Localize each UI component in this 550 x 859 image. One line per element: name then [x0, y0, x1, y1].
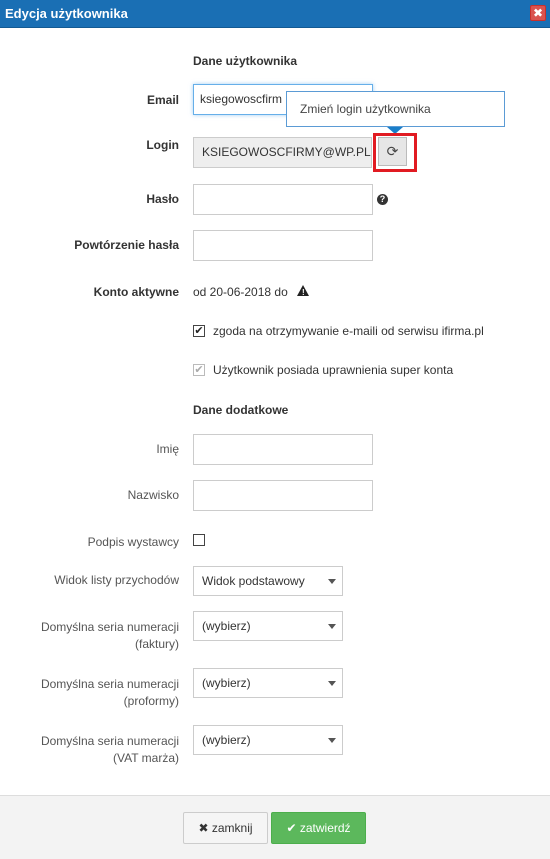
- email-consent-checkbox[interactable]: ✔: [193, 325, 205, 337]
- password-label: Hasło: [146, 192, 179, 206]
- caret-down-icon: [328, 624, 336, 629]
- caret-down-icon: [328, 681, 336, 686]
- close-icon[interactable]: ✖: [530, 5, 546, 21]
- series-invoices-label: Domyślna seria numeracji (faktury): [0, 619, 179, 653]
- account-active-label: Konto aktywne: [93, 285, 179, 299]
- series-invoices-label-line2: (faktury): [134, 637, 179, 651]
- section-extra-data: Dane dodatkowe: [193, 403, 289, 417]
- series-invoices-select[interactable]: (wybierz): [193, 611, 343, 641]
- check-icon: ✔: [194, 364, 204, 376]
- close-icon: ✖: [198, 821, 209, 835]
- series-invoices-label-line1: Domyślna seria numeracji: [40, 620, 179, 634]
- password-repeat-label: Powtórzenie hasła: [74, 238, 179, 252]
- login-field: KSIEGOWOSCFIRMY@WP.PL: [193, 137, 372, 168]
- income-list-view-select[interactable]: Widok podstawowy: [193, 566, 343, 596]
- section-user-data: Dane użytkownika: [193, 54, 298, 68]
- series-proforma-label-line1: Domyślna seria numeracji: [40, 677, 179, 691]
- close-button-label: zamknij: [211, 821, 253, 835]
- series-invoices-value: (wybierz): [202, 619, 251, 633]
- warning-mark: !: [302, 288, 305, 297]
- question-circle-icon[interactable]: ?: [377, 194, 388, 205]
- caret-down-icon: [328, 738, 336, 743]
- income-list-view-value: Widok podstawowy: [202, 574, 305, 588]
- series-vat-margin-label-line1: Domyślna seria numeracji: [40, 734, 179, 748]
- dialog-title-bar: Edycja użytkownika ✖: [0, 0, 550, 28]
- last-name-input[interactable]: [193, 480, 373, 511]
- change-login-tooltip: Zmień login użytkownika: [286, 91, 505, 127]
- confirm-button[interactable]: ✔ zatwierdź: [271, 812, 366, 844]
- series-proforma-value: (wybierz): [202, 676, 251, 690]
- series-proforma-label: Domyślna seria numeracji (proformy): [0, 676, 179, 710]
- super-account-checkbox: ✔: [193, 364, 205, 376]
- dialog-title: Edycja użytkownika: [5, 6, 128, 21]
- close-button[interactable]: ✖ zamknij: [183, 812, 268, 844]
- caret-down-icon: [328, 579, 336, 584]
- password-repeat-input[interactable]: [193, 230, 373, 261]
- highlight-box: [373, 133, 417, 172]
- confirm-button-label: zatwierdź: [299, 821, 351, 835]
- account-active-value: od 20-06-2018 do: [193, 285, 288, 299]
- check-icon: ✔: [286, 821, 297, 835]
- first-name-label: Imię: [156, 442, 179, 456]
- series-proforma-select[interactable]: (wybierz): [193, 668, 343, 698]
- email-label: Email: [146, 93, 179, 107]
- series-vat-margin-label-line2: (VAT marża): [112, 751, 179, 765]
- issuer-signature-label: Podpis wystawcy: [87, 535, 179, 549]
- email-consent-label: zgoda na otrzymywanie e-maili od serwisu…: [213, 324, 484, 338]
- last-name-label: Nazwisko: [127, 488, 179, 502]
- tooltip-text: Zmień login użytkownika: [300, 102, 431, 116]
- series-vat-margin-value: (wybierz): [202, 733, 251, 747]
- first-name-input[interactable]: [193, 434, 373, 465]
- check-icon: ✔: [194, 325, 204, 337]
- password-input[interactable]: [193, 184, 373, 215]
- super-account-label: Użytkownik posiada uprawnienia super kon…: [213, 363, 454, 377]
- series-proforma-label-line2: (proformy): [123, 694, 179, 708]
- income-list-view-label: Widok listy przychodów: [54, 573, 179, 587]
- series-vat-margin-select[interactable]: (wybierz): [193, 725, 343, 755]
- login-label: Login: [146, 138, 179, 152]
- issuer-signature-checkbox[interactable]: [193, 534, 205, 546]
- series-vat-margin-label: Domyślna seria numeracji (VAT marża): [0, 733, 179, 767]
